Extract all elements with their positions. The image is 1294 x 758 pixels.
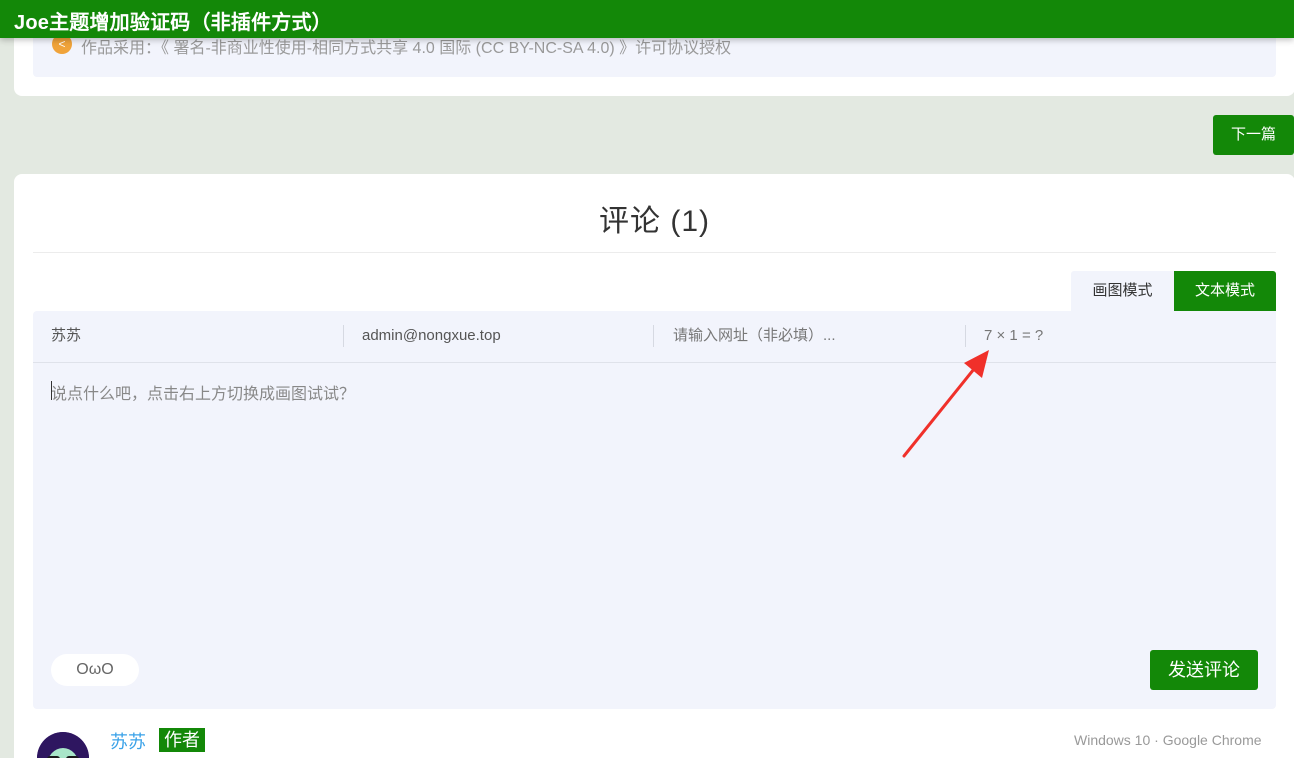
- url-field[interactable]: 请输入网址（非必填）...: [673, 325, 836, 347]
- tab-draw-mode[interactable]: 画图模式: [1071, 271, 1174, 311]
- comment-section: 评论 (1) 画图模式 文本模式 苏苏 admin@nongxue.top 请输…: [14, 174, 1294, 758]
- text-caret: [51, 381, 52, 400]
- tab-text-mode[interactable]: 文本模式: [1174, 271, 1276, 311]
- avatar[interactable]: [37, 732, 89, 758]
- comment-textarea[interactable]: 说点什么吧，点击右上方切换成画图试试？: [51, 380, 355, 404]
- captcha-field[interactable]: 7 × 1 = ?: [984, 325, 1043, 347]
- email-field[interactable]: admin@nongxue.top: [362, 325, 501, 347]
- comment-count-title: 评论 (1): [599, 205, 710, 238]
- author-badge: 作者: [159, 728, 205, 752]
- field-divider: [653, 325, 654, 347]
- commenter-name[interactable]: 苏苏: [110, 728, 146, 754]
- user-agent-info: Windows 10 · Google Chrome: [1074, 732, 1262, 748]
- comment-form: 苏苏 admin@nongxue.top 请输入网址（非必填）... 7 × 1…: [33, 311, 1276, 709]
- divider: [33, 252, 1276, 253]
- field-divider: [343, 325, 344, 347]
- submit-comment-button[interactable]: 发送评论: [1150, 650, 1258, 690]
- field-divider: [965, 325, 966, 347]
- nickname-field[interactable]: 苏苏: [51, 325, 81, 347]
- emoji-button[interactable]: OωO: [51, 654, 139, 686]
- page-title: Joe主题增加验证码（非插件方式）: [14, 12, 332, 34]
- next-post-button[interactable]: 下一篇: [1213, 115, 1294, 155]
- divider: [33, 362, 1276, 363]
- top-bar: Joe主题增加验证码（非插件方式）: [0, 0, 1294, 38]
